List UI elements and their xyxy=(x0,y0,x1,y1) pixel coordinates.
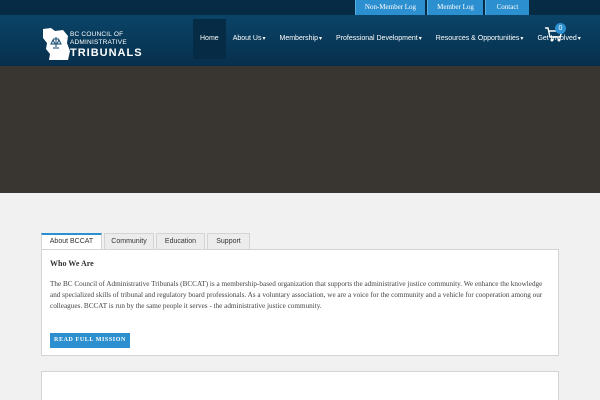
nav-membership[interactable]: Membership▾ xyxy=(273,19,330,59)
nav-label: Resources & Opportunities xyxy=(435,35,520,42)
read-full-mission-button[interactable]: READ FULL MISSION xyxy=(50,333,130,348)
nav-label: Membership xyxy=(279,35,319,42)
nav-label: Professional Development xyxy=(336,35,418,42)
nav-professional-development[interactable]: Professional Development▾ xyxy=(329,19,429,59)
nav-home[interactable]: Home xyxy=(193,19,226,59)
logo-line-2: ADMINISTRATIVE xyxy=(70,39,127,46)
site-header: BC COUNCIL OF ADMINISTRATIVE TRIBUNALS H… xyxy=(0,15,600,66)
contact-us-link[interactable]: Contact Us xyxy=(485,0,529,25)
logo-wordmark[interactable]: BC COUNCIL OF ADMINISTRATIVE TRIBUNALS xyxy=(70,31,143,59)
nav-label: About Us xyxy=(232,35,262,42)
logo-line-1: BC COUNCIL OF xyxy=(70,31,124,38)
caret-down-icon: ▾ xyxy=(319,36,323,42)
tab-panel-about: Who We Are The BC Council of Administrat… xyxy=(41,249,559,356)
tab-support[interactable]: Support xyxy=(207,233,250,249)
member-login-link[interactable]: Member Log In xyxy=(427,0,483,25)
tab-about-bccat[interactable]: About BCCAT xyxy=(41,233,102,249)
tab-education[interactable]: Education xyxy=(156,233,205,249)
main-navigation: Home About Us▾ Membership▾ Professional … xyxy=(193,19,588,59)
logo-line-3: TRIBUNALS xyxy=(70,47,143,59)
top-utility-bar: Non-Member Log In Member Log In Contact … xyxy=(0,0,600,25)
utility-links: Non-Member Log In Member Log In Contact … xyxy=(353,0,529,25)
nav-resources-opportunities[interactable]: Resources & Opportunities▾ xyxy=(429,19,531,59)
cart-count-badge: 0 xyxy=(555,23,566,34)
caret-down-icon: ▾ xyxy=(418,36,422,42)
panel-title: Who We Are xyxy=(50,259,94,268)
panel-body-text: The BC Council of Administrative Tribuna… xyxy=(50,280,543,310)
secondary-panel xyxy=(41,371,559,400)
bc-province-logo-icon[interactable] xyxy=(41,27,71,61)
info-tabs: About BCCAT Community Education Support xyxy=(41,233,252,249)
hero-banner xyxy=(0,66,600,193)
caret-down-icon: ▾ xyxy=(262,36,266,42)
caret-down-icon: ▾ xyxy=(520,36,524,42)
nav-label: Home xyxy=(200,35,219,42)
tab-community[interactable]: Community xyxy=(104,233,154,249)
caret-down-icon: ▾ xyxy=(577,36,581,42)
nav-about-us[interactable]: About Us▾ xyxy=(226,19,273,59)
non-member-login-link[interactable]: Non-Member Log In xyxy=(355,0,425,25)
